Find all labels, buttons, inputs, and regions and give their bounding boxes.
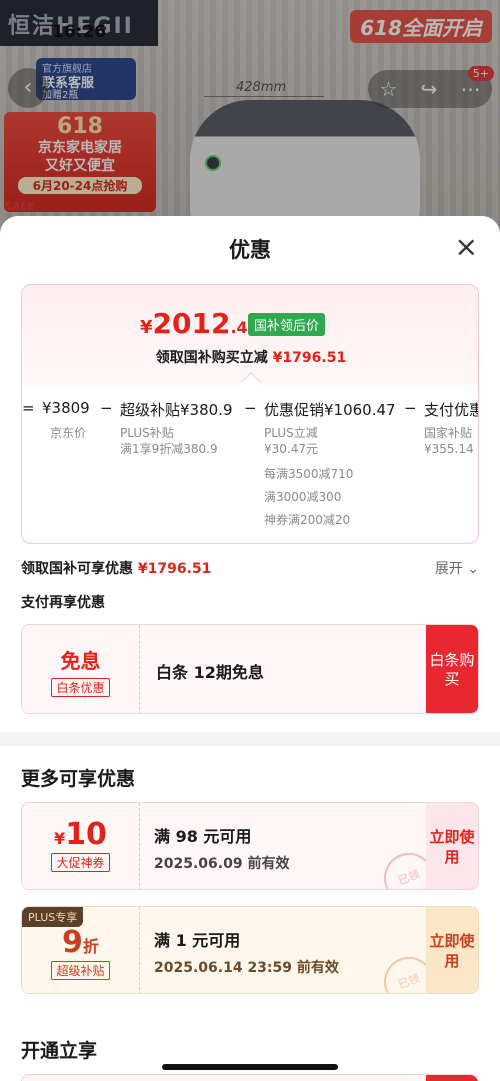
membership-card-preview[interactable] xyxy=(21,1074,479,1081)
expand-button[interactable]: 展开 ⌄ xyxy=(435,558,479,578)
breakdown-sub: PLUS补贴 xyxy=(120,426,174,440)
membership-card-button[interactable] xyxy=(426,1075,478,1081)
baitiao-offer-card[interactable]: 免息 白条优惠 白条 12期免息 白条购买 xyxy=(21,624,479,714)
claim-amount: ¥1796.51 xyxy=(272,350,347,366)
coupon-card[interactable]: ¥10 大促神券 满 98 元可用 2025.06.09 前有效 已领 立即使用 xyxy=(21,802,479,890)
coupon-card[interactable]: 9折 超级补贴 PLUS专享 满 1 元可用 2025.06.14 23:59 … xyxy=(21,906,479,994)
more-offers-title: 更多可享优惠 xyxy=(21,768,136,790)
gov-subsidy-row: 领取国补可享优惠 ¥1796.51 xyxy=(21,558,479,578)
close-icon[interactable]: × xyxy=(455,232,478,262)
coupon-condition: 满 1 元可用 xyxy=(154,931,241,950)
price-breakdown-card: ¥2012.49 国补领后价 领取国补购买立减 ¥1796.51 = ¥3809… xyxy=(21,284,479,544)
coupon-tag: 大促神券 xyxy=(51,853,110,872)
open-membership-title: 开通立享 xyxy=(21,1040,98,1062)
coupon-expiry: 2025.06.09 前有效 xyxy=(154,856,290,872)
coupon-unit: 折 xyxy=(82,937,99,956)
price-currency: ¥ xyxy=(140,317,153,338)
discount-sheet: 优惠 × ¥2012.49 国补领后价 领取国补购买立减 ¥1796.51 = … xyxy=(0,216,500,1081)
baitiao-tag: 白条优惠 xyxy=(51,678,110,697)
breakdown-sub: 国家补贴 xyxy=(424,426,473,440)
coupon-value-area: ¥10 大促神券 xyxy=(22,803,140,889)
baitiao-big: 免息 xyxy=(60,649,101,673)
breakdown-item-promotion: 优惠促销¥1060.47 xyxy=(264,401,396,419)
minus-sign: − xyxy=(100,399,113,417)
baitiao-buy-button[interactable]: 白条购买 xyxy=(426,625,478,713)
breakdown-sub: PLUS立减 xyxy=(264,426,318,440)
product-page-background: 428mm 恒洁HEGII 16:26 5G 618全面开启 官方旗舰店 联系客… xyxy=(0,0,500,240)
breakdown-item-jd-price: ¥3809 xyxy=(42,399,90,417)
breakdown-sub: 每满3500减710 xyxy=(264,467,354,481)
breakdown-sub: ¥355.14 xyxy=(424,442,474,456)
coupon-tag: 超级补贴 xyxy=(51,961,110,980)
coupon-condition: 满 98 元可用 xyxy=(154,827,252,846)
price-integer: 2012 xyxy=(152,307,231,340)
breakdown-sub: ¥30.47元 xyxy=(264,442,318,456)
minus-sign: − xyxy=(404,399,417,417)
breakdown-item-payment: 支付优惠 xyxy=(424,401,479,419)
claim-text: 领取国补购买立减 xyxy=(155,350,268,366)
coupon-value: 9折 xyxy=(22,925,139,960)
breakdown-item-super-subsidy: 超级补贴¥380.9 xyxy=(120,401,233,419)
coupon-number: 10 xyxy=(65,817,107,852)
baitiao-left: 免息 白条优惠 xyxy=(22,625,140,713)
sheet-title: 优惠 xyxy=(229,238,271,262)
use-now-button[interactable]: 立即使用 xyxy=(426,907,478,993)
modal-backdrop[interactable] xyxy=(0,0,500,240)
claim-line: 领取国补购买立减 ¥1796.51 xyxy=(22,347,478,367)
payment-section-title: 支付再享优惠 xyxy=(21,595,105,611)
section-divider xyxy=(0,732,500,746)
final-price: ¥2012.49 xyxy=(140,307,259,340)
breakdown-sub: 神券满200减20 xyxy=(264,513,351,527)
coupon-value: ¥10 xyxy=(22,817,139,852)
breakdown-sub: 京东价 xyxy=(50,426,87,440)
baitiao-text: 白条 12期免息 xyxy=(156,663,264,682)
coupon-currency: ¥ xyxy=(54,829,66,848)
minus-sign: − xyxy=(244,399,257,417)
coupon-number: 9 xyxy=(62,925,83,960)
home-indicator[interactable] xyxy=(162,1064,338,1070)
gov-subsidy-text: 领取国补可享优惠 xyxy=(21,561,133,577)
breakdown-sub: 满1享9折减380.9 xyxy=(120,442,218,456)
breakdown-sub: 满3000减300 xyxy=(264,490,342,504)
use-now-button[interactable]: 立即使用 xyxy=(426,803,478,889)
coupon-expiry: 2025.06.14 23:59 前有效 xyxy=(154,960,339,976)
equals-sign: = xyxy=(22,399,35,417)
plus-exclusive-flag: PLUS专享 xyxy=(22,907,84,927)
gov-subsidy-amount: ¥1796.51 xyxy=(137,561,212,577)
gov-subsidy-tag: 国补领后价 xyxy=(248,313,326,336)
